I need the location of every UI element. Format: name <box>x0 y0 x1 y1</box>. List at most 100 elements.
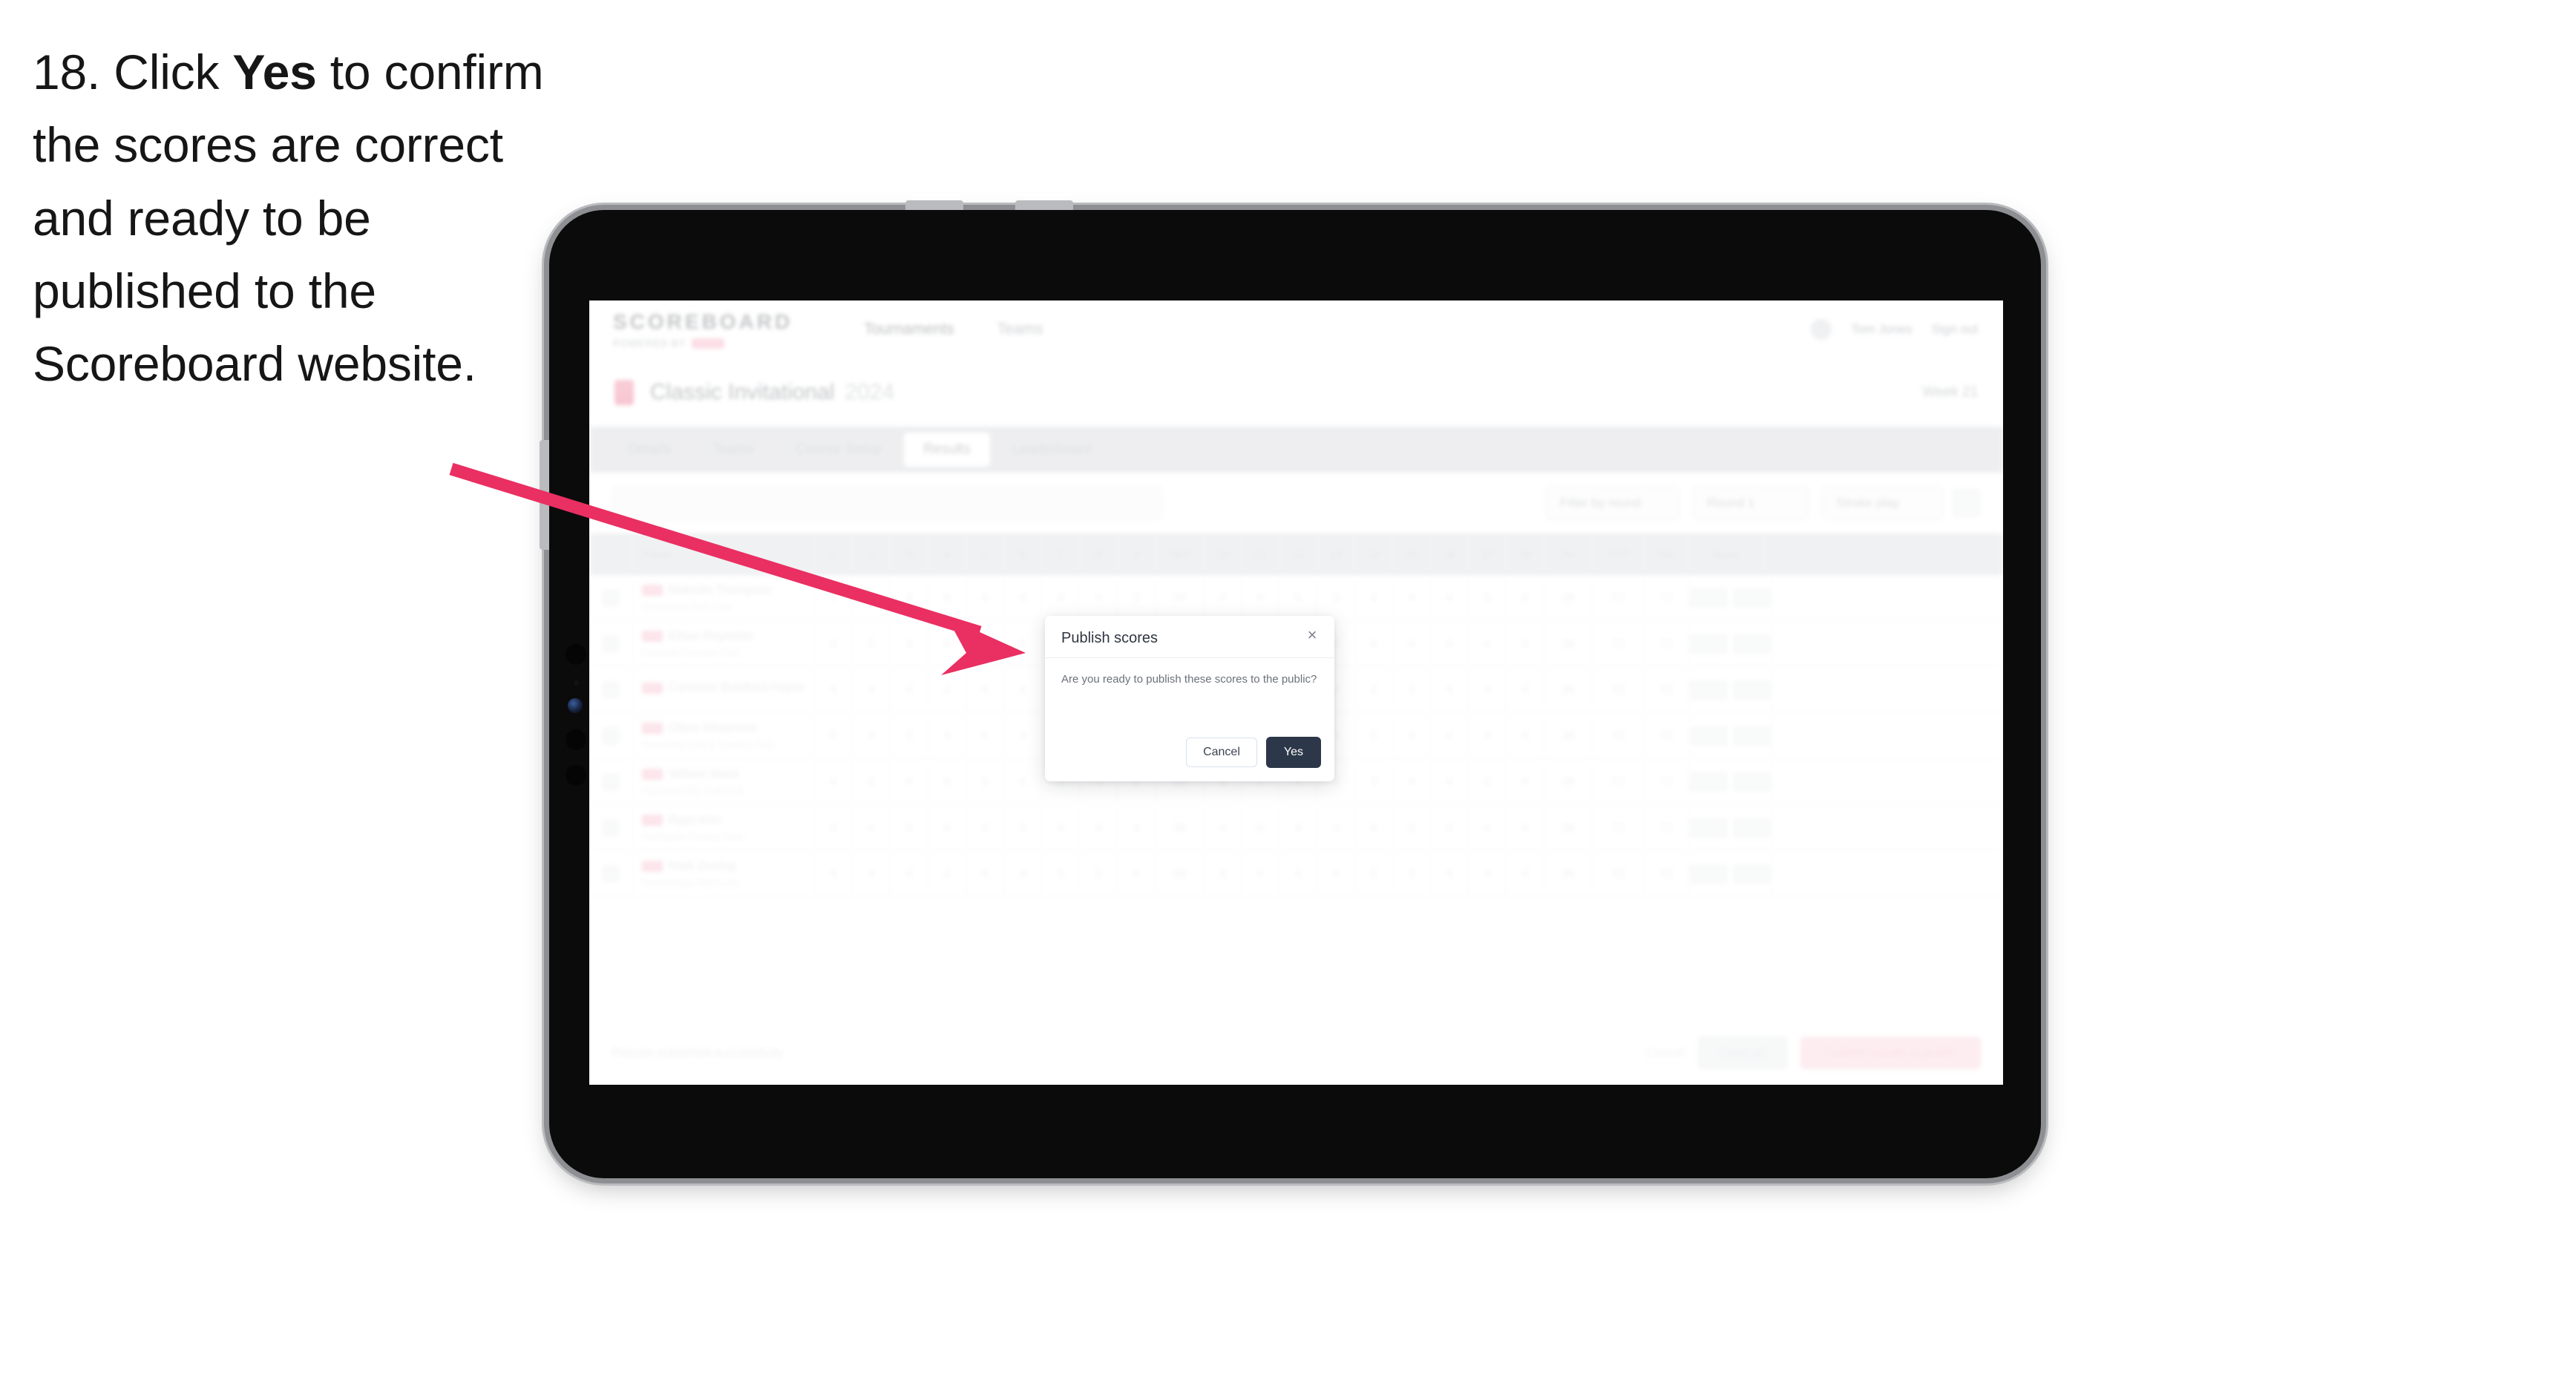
out-total-cell[interactable]: 36 <box>1156 851 1204 896</box>
power-button[interactable] <box>540 440 549 550</box>
row-checkbox[interactable] <box>589 667 633 712</box>
hole-score-cell[interactable]: 4 <box>1080 805 1118 850</box>
table-row[interactable]: Mark Dunlop Stonebridge Golf Links 4 4 4 4 4 4 5… <box>589 851 2003 897</box>
hole-score-cell[interactable]: 4 <box>1004 713 1042 758</box>
total-cell[interactable]: 72 <box>1593 621 1644 666</box>
yes-button[interactable]: Yes <box>1265 737 1321 768</box>
hole-score-cell[interactable]: 4 <box>891 851 928 896</box>
hole-score-cell[interactable]: 4 <box>1469 713 1507 758</box>
par-cell[interactable]: 72 <box>1644 713 1689 758</box>
hole-score-cell[interactable]: 4 <box>1317 851 1355 896</box>
hole-score-cell[interactable]: 5 <box>966 713 1004 758</box>
hole-score-cell[interactable]: 4 <box>1507 851 1544 896</box>
avatar[interactable] <box>1811 319 1832 340</box>
hole-score-cell[interactable]: 3 <box>1393 805 1431 850</box>
hole-score-cell[interactable]: 5 <box>1355 713 1393 758</box>
hole-score-cell[interactable]: 4 <box>1279 805 1317 850</box>
hole-score-cell[interactable]: 4 <box>1355 621 1393 666</box>
par-cell[interactable]: 72 <box>1644 759 1689 804</box>
tab-leaderboard[interactable]: Leaderboard <box>993 433 1112 467</box>
in-total-cell[interactable]: 36 <box>1544 621 1593 666</box>
row-checkbox[interactable] <box>589 621 633 666</box>
hole-score-cell[interactable]: 5 <box>1042 851 1080 896</box>
checkbox-icon[interactable] <box>603 681 619 698</box>
in-total-cell[interactable]: 36 <box>1544 851 1593 896</box>
cancel-button[interactable]: Cancel <box>1186 738 1257 767</box>
tab-course-setup[interactable]: Course Setup <box>776 433 901 467</box>
hole-score-cell[interactable]: 4 <box>1469 621 1507 666</box>
checkbox-icon[interactable] <box>603 635 619 652</box>
hole-score-cell[interactable]: 4 <box>1393 759 1431 804</box>
row-checkbox[interactable] <box>589 713 633 758</box>
hole-score-cell[interactable]: 4 <box>928 667 966 712</box>
hole-score-cell[interactable]: 4 <box>853 575 891 620</box>
in-total-cell[interactable]: 36 <box>1544 575 1593 620</box>
row-checkbox[interactable] <box>589 851 633 896</box>
hole-score-cell[interactable]: 4 <box>1118 851 1156 896</box>
row-checkbox[interactable] <box>589 759 633 804</box>
hole-score-cell[interactable]: 4 <box>1204 851 1242 896</box>
hole-score-cell[interactable]: 4 <box>966 575 1004 620</box>
hole-score-cell[interactable]: 4 <box>1469 805 1507 850</box>
par-cell[interactable]: 72 <box>1644 575 1689 620</box>
hole-score-cell[interactable]: 4 <box>1507 667 1544 712</box>
total-cell[interactable]: 72 <box>1593 713 1644 758</box>
hole-score-cell[interactable]: 5 <box>1118 575 1156 620</box>
sign-out-link[interactable]: Sign out <box>1932 322 1978 337</box>
hole-score-cell[interactable]: 5 <box>1242 805 1279 850</box>
hole-score-cell[interactable]: 4 <box>1279 851 1317 896</box>
footer-cancel-link[interactable]: Cancel <box>1645 1045 1685 1060</box>
hole-score-cell[interactable]: 5 <box>1507 621 1544 666</box>
hole-score-cell[interactable]: 4 <box>853 805 891 850</box>
checkbox-icon[interactable] <box>603 819 619 836</box>
hole-score-cell[interactable]: 4 <box>1355 805 1393 850</box>
hole-score-cell[interactable]: 5 <box>815 713 853 758</box>
filter-format-select[interactable]: Stroke play <box>1822 486 1944 520</box>
hole-score-cell[interactable]: 4 <box>1004 759 1042 804</box>
in-total-cell[interactable]: 36 <box>1544 759 1593 804</box>
hole-score-cell[interactable]: 4 <box>853 713 891 758</box>
par-cell[interactable]: 72 <box>1644 621 1689 666</box>
in-total-cell[interactable]: 36 <box>1544 805 1593 850</box>
settings-icon[interactable] <box>1953 489 1981 517</box>
total-cell[interactable]: 72 <box>1593 805 1644 850</box>
hole-score-cell[interactable]: 4 <box>815 575 853 620</box>
hole-score-cell[interactable]: 4 <box>1431 805 1469 850</box>
hole-score-cell[interactable]: 4 <box>853 759 891 804</box>
filter-round-select[interactable]: Filter by round <box>1546 486 1679 520</box>
hole-score-cell[interactable]: 4 <box>928 621 966 666</box>
search-input[interactable] <box>612 486 1162 520</box>
hole-score-cell[interactable]: 3 <box>891 575 928 620</box>
filter-round-number-select[interactable]: Round 1 <box>1693 486 1809 520</box>
table-row[interactable]: Malcolm Thompson Grandview Golf Club 4 4 3 5 4… <box>589 575 2003 621</box>
out-total-cell[interactable]: 36 <box>1156 575 1204 620</box>
hole-score-cell[interactable]: 4 <box>1004 667 1042 712</box>
hole-score-cell[interactable]: 4 <box>1393 621 1431 666</box>
hole-score-cell[interactable]: 4 <box>1004 575 1042 620</box>
hole-score-cell[interactable]: 4 <box>1242 575 1279 620</box>
checkbox-icon[interactable] <box>603 727 619 744</box>
hole-score-cell[interactable]: 5 <box>1507 575 1544 620</box>
hole-score-cell[interactable]: 4 <box>1393 667 1431 712</box>
hole-score-cell[interactable]: 3 <box>1393 851 1431 896</box>
hole-score-cell[interactable]: 4 <box>1393 575 1431 620</box>
hole-score-cell[interactable]: 5 <box>853 621 891 666</box>
par-cell[interactable]: 72 <box>1644 805 1689 850</box>
hole-score-cell[interactable]: 4 <box>1507 713 1544 758</box>
hole-score-cell[interactable]: 3 <box>1042 575 1080 620</box>
hole-score-cell[interactable]: 4 <box>815 759 853 804</box>
hole-score-cell[interactable]: 4 <box>1469 759 1507 804</box>
app-logo[interactable]: SCOREBOARD POWERED BY <box>613 310 793 349</box>
hole-score-cell[interactable]: 4 <box>1431 713 1469 758</box>
hole-score-cell[interactable]: 4 <box>966 851 1004 896</box>
out-total-cell[interactable]: 36 <box>1156 805 1204 850</box>
column-select-all[interactable] <box>589 533 633 575</box>
hole-score-cell[interactable]: 4 <box>853 667 891 712</box>
hole-score-cell[interactable]: 5 <box>891 805 928 850</box>
checkbox-icon[interactable] <box>603 589 619 606</box>
hole-score-cell[interactable]: 4 <box>1118 805 1156 850</box>
nav-item-teams[interactable]: Teams <box>997 321 1043 338</box>
hole-score-cell[interactable]: 4 <box>891 667 928 712</box>
hole-score-cell[interactable]: 3 <box>1469 575 1507 620</box>
hole-score-cell[interactable]: 3 <box>966 759 1004 804</box>
